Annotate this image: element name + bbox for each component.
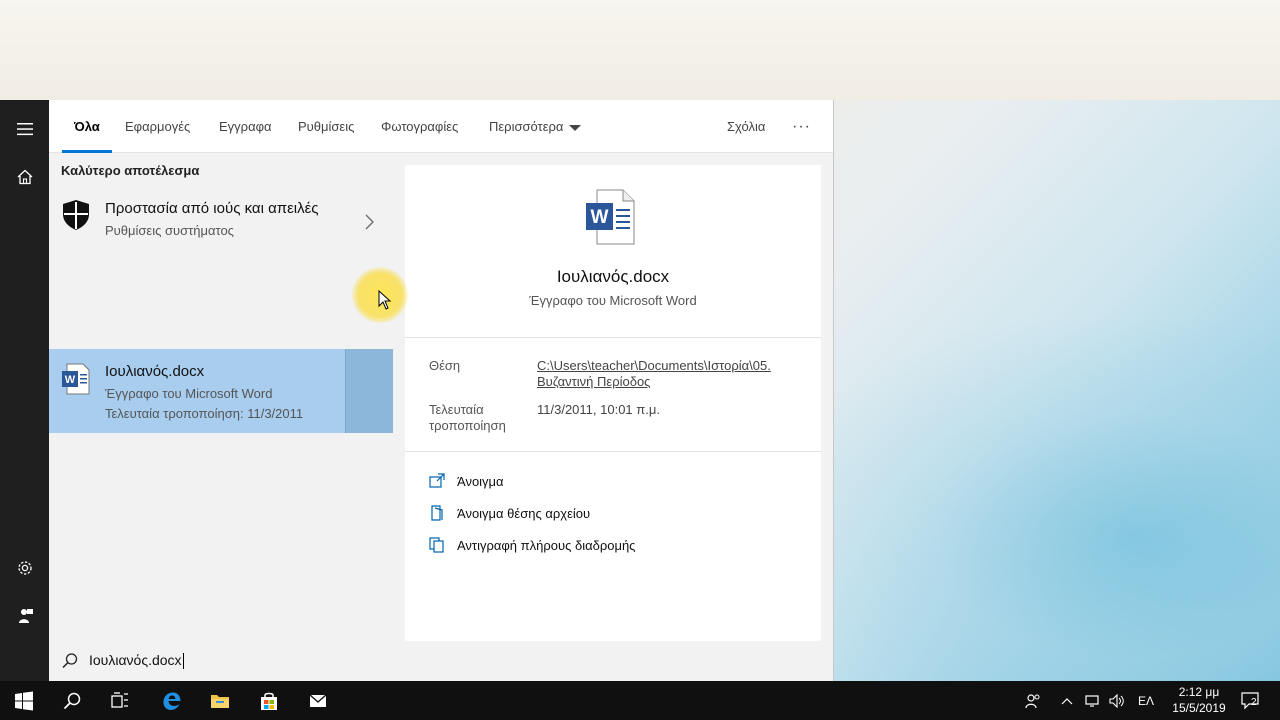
input-language-indicator[interactable]: ΕΛ (1132, 681, 1160, 720)
result-expand-button[interactable] (345, 349, 393, 433)
divider (405, 337, 821, 338)
chevron-right-icon (365, 214, 374, 230)
search-icon (62, 653, 78, 669)
taskbar-search-button[interactable] (48, 681, 96, 720)
task-view-icon (111, 691, 128, 708)
result-title: Προστασία από ιούς και απειλές (105, 200, 319, 217)
people-icon (1025, 693, 1040, 708)
open-action-label: Άνοιγμα (457, 473, 504, 489)
home-icon (17, 169, 32, 185)
show-hidden-icons-button[interactable] (1056, 681, 1078, 720)
results-list: Καλύτερο αποτέλεσμα Προστασία από ιούς κ… (49, 153, 393, 720)
taskbar-edge-button[interactable] (148, 681, 196, 720)
desktop-wallpaper (780, 320, 1280, 680)
word-document-icon: W (61, 363, 91, 400)
chevron-down-icon (569, 124, 582, 131)
tab-photos[interactable]: Φωτογραφίες (381, 100, 458, 153)
divider (405, 451, 821, 452)
search-panel: Όλα Εφαρμογές Εγγραφα Ρυθμίσεις Φωτογραφ… (0, 100, 834, 720)
result-expand-button[interactable] (345, 195, 393, 249)
best-match-heading: Καλύτερο αποτέλεσμα (61, 163, 200, 178)
notification-count: 2 (1251, 697, 1257, 708)
copy-full-path-label: Αντιγραφή πλήρους διαδρομής (457, 537, 636, 553)
result-item-document[interactable]: W Ιουλιανός.docx Έγγραφο του Microsoft W… (49, 349, 393, 433)
search-input[interactable]: Ιουλιανός.docx (89, 652, 184, 670)
tab-all[interactable]: Όλα (62, 100, 112, 153)
tab-apps[interactable]: Εφαρμογές (125, 100, 190, 153)
result-modified: Τελευταία τροποποίηση: 11/3/2011 (105, 406, 304, 421)
modified-label: Τελευταία τροποποίηση (429, 402, 506, 433)
tab-documents[interactable]: Εγγραφα (219, 100, 272, 153)
windows-logo-icon (15, 691, 33, 710)
search-icon (63, 692, 81, 709)
mouse-pointer-icon (378, 290, 392, 310)
task-view-button[interactable] (96, 681, 144, 720)
taskbar-mail-button[interactable] (294, 681, 342, 720)
svg-text:W: W (591, 207, 609, 228)
open-action[interactable]: Άνοιγμα (429, 471, 504, 491)
gear-icon (17, 561, 32, 575)
result-subtitle: Ρυθμίσεις συστήματος (105, 223, 234, 238)
svg-text:W: W (65, 374, 76, 386)
result-item-virus-protection[interactable]: Προστασία από ιούς και απειλές Ρυθμίσεις… (49, 195, 393, 249)
hamburger-icon (16, 123, 33, 136)
search-box[interactable]: Ιουλιανός.docx (49, 641, 833, 681)
clock[interactable]: 2:12 μμ 15/5/2019 (1164, 684, 1234, 716)
feedback-person-icon (18, 609, 33, 623)
result-subtitle: Έγγραφο του Microsoft Word (105, 386, 273, 401)
settings-button[interactable] (0, 544, 49, 592)
taskbar: ΕΛ 2:12 μμ 15/5/2019 2 (0, 681, 1280, 720)
copy-icon (429, 537, 444, 553)
location-link[interactable]: C:\Users\teacher\Documents\Ιστορία\05. Β… (537, 358, 801, 390)
action-center-button[interactable]: 2 (1236, 681, 1266, 720)
preview-pane: W Ιουλιανός.docx Έγγραφο του Microsoft W… (405, 165, 821, 720)
tab-settings[interactable]: Ρυθμίσεις (298, 100, 354, 153)
left-rail (0, 100, 49, 681)
taskbar-file-explorer-button[interactable] (196, 681, 244, 720)
volume-button[interactable] (1106, 681, 1128, 720)
shield-icon (61, 199, 91, 236)
edge-browser-icon (163, 692, 181, 710)
open-icon (429, 473, 445, 488)
search-query-text: Ιουλιανός.docx (89, 652, 182, 668)
open-file-location-action[interactable]: Άνοιγμα θέσης αρχείου (429, 503, 590, 523)
open-file-location-label: Άνοιγμα θέσης αρχείου (457, 505, 591, 521)
tab-more-label: Περισσότερα (489, 119, 564, 134)
location-label: Θέση (429, 358, 461, 373)
folder-icon (211, 694, 229, 708)
folder-location-icon (431, 505, 443, 521)
chevron-up-icon (1061, 697, 1073, 704)
clock-time: 2:12 μμ (1178, 685, 1220, 699)
home-button[interactable] (0, 153, 49, 201)
text-caret (182, 653, 184, 670)
preview-title: Ιουλιανός.docx (556, 267, 670, 286)
hamburger-menu-button[interactable] (0, 105, 49, 153)
store-bag-icon (261, 692, 277, 710)
mail-icon (309, 693, 327, 707)
clock-date: 15/5/2019 (1172, 701, 1226, 715)
result-title: Ιουλιανός.docx (105, 363, 205, 380)
network-button[interactable] (1082, 681, 1104, 720)
word-document-large-icon: W (585, 189, 635, 250)
people-button[interactable] (1018, 681, 1048, 720)
start-button[interactable] (0, 681, 48, 720)
speaker-icon (1109, 693, 1124, 708)
more-options-button[interactable]: ··· (792, 100, 811, 153)
copy-full-path-action[interactable]: Αντιγραφή πλήρους διαδρομής (429, 535, 635, 555)
feedback-link[interactable]: Σχόλια (727, 100, 765, 153)
modified-value: 11/3/2011, 10:01 π.μ. (537, 402, 660, 417)
preview-subtitle: Έγγραφο του Microsoft Word (529, 293, 697, 308)
network-icon (1085, 694, 1099, 707)
taskbar-store-button[interactable] (245, 681, 293, 720)
desktop-wallpaper-top (0, 0, 1280, 100)
search-tabs: Όλα Εφαρμογές Εγγραφα Ρυθμίσεις Φωτογραφ… (49, 100, 833, 153)
tab-more[interactable]: Περισσότερα (489, 100, 582, 153)
feedback-hub-button[interactable] (0, 592, 49, 640)
